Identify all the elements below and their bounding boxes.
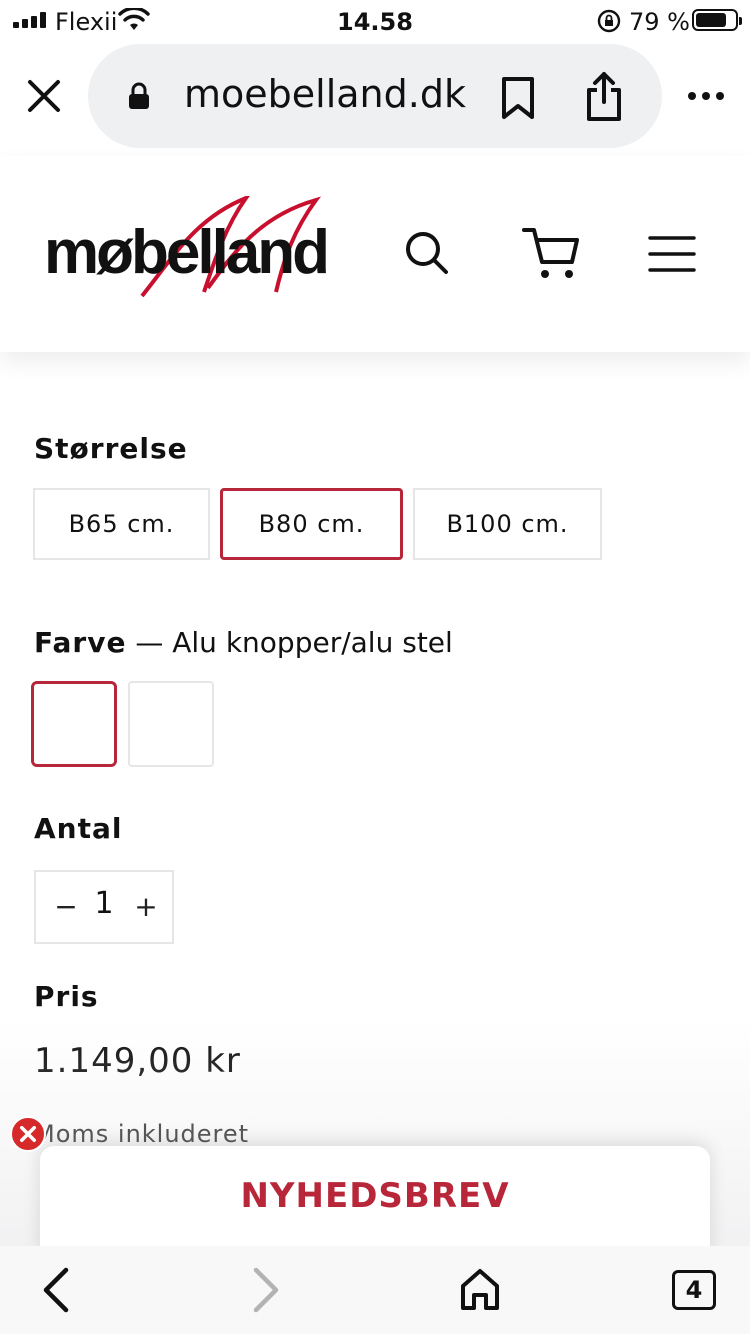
logo-wordmark: møbelland bbox=[44, 218, 330, 287]
newsletter-title: NYHEDSBREV bbox=[240, 1176, 510, 1216]
size-heading: Størrelse bbox=[34, 432, 188, 465]
size-option-b80[interactable]: B80 cm. bbox=[220, 488, 403, 560]
size-option-b65[interactable]: B65 cm. bbox=[33, 488, 210, 560]
store-logo[interactable]: møbelland bbox=[44, 196, 330, 302]
bookmark-icon[interactable] bbox=[500, 76, 536, 120]
more-icon[interactable] bbox=[686, 82, 726, 110]
size-option-b100[interactable]: B100 cm. bbox=[413, 488, 602, 560]
rotation-lock-icon bbox=[597, 9, 621, 33]
home-icon[interactable] bbox=[458, 1266, 502, 1314]
url-field[interactable]: moebelland.dk bbox=[88, 44, 662, 148]
chevron-right-icon[interactable] bbox=[248, 1266, 284, 1314]
popup-close-icon[interactable] bbox=[10, 1116, 46, 1152]
color-swatch[interactable] bbox=[128, 681, 214, 767]
share-icon[interactable] bbox=[584, 70, 624, 122]
price-value: 1.149,00 kr bbox=[34, 1041, 241, 1081]
url-text: moebelland.dk bbox=[184, 72, 466, 116]
close-icon[interactable] bbox=[22, 74, 66, 118]
color-separator: — bbox=[126, 626, 173, 659]
search-icon[interactable] bbox=[402, 228, 452, 278]
quantity-stepper: − 1 + bbox=[34, 870, 174, 944]
color-heading: Farve — Alu knopper/alu stel bbox=[34, 626, 453, 659]
tabs-button[interactable]: 4 bbox=[672, 1270, 716, 1310]
browser-address-bar: moebelland.dk bbox=[0, 40, 750, 156]
cart-icon[interactable] bbox=[522, 226, 580, 282]
chevron-left-icon[interactable] bbox=[38, 1266, 74, 1314]
battery-percentage: 79 % bbox=[629, 8, 690, 36]
price-heading: Pris bbox=[34, 980, 99, 1013]
newsletter-popup[interactable]: NYHEDSBREV bbox=[40, 1146, 710, 1256]
color-heading-label: Farve bbox=[34, 626, 127, 659]
battery-icon bbox=[692, 9, 742, 31]
quantity-increase-button[interactable]: + bbox=[130, 890, 162, 924]
store-header: møbelland bbox=[0, 156, 750, 352]
vat-note: Moms inkluderet bbox=[34, 1120, 250, 1148]
color-swatch-selected[interactable] bbox=[31, 681, 117, 767]
lock-icon bbox=[129, 82, 149, 109]
browser-toolbar: 4 bbox=[0, 1246, 750, 1334]
hamburger-menu-icon[interactable] bbox=[648, 234, 696, 274]
quantity-heading: Antal bbox=[34, 812, 123, 845]
selected-color-label: Alu knopper/alu stel bbox=[172, 626, 453, 659]
status-bar: Flexii 14.58 79 % bbox=[0, 0, 750, 40]
quantity-value[interactable]: 1 bbox=[86, 886, 122, 921]
quantity-decrease-button[interactable]: − bbox=[50, 890, 82, 924]
